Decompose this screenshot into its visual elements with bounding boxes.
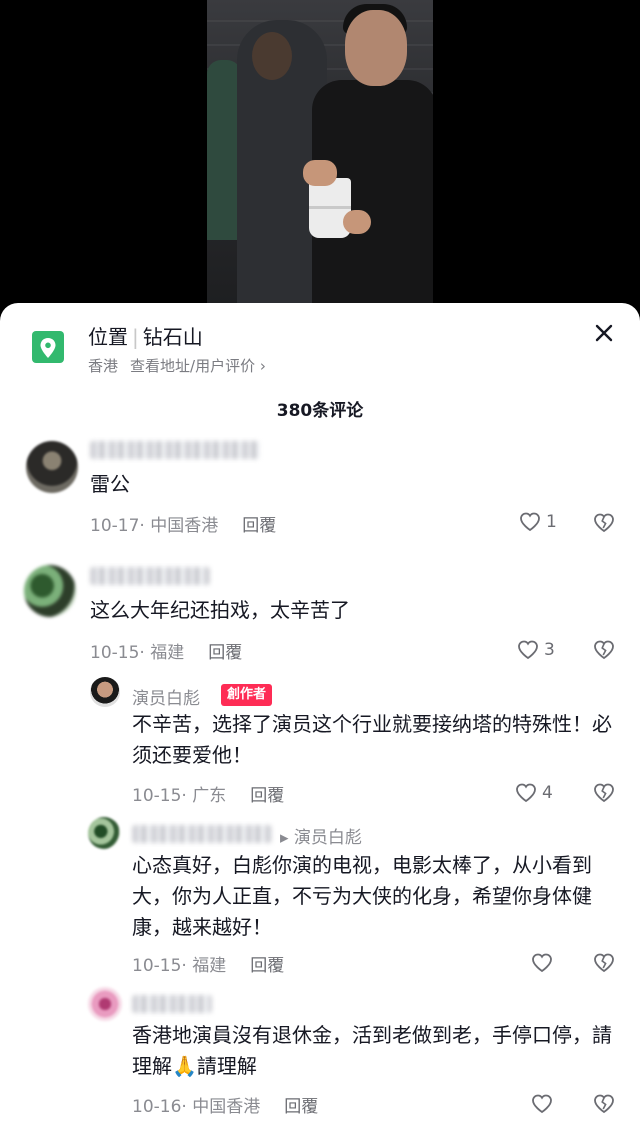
broken-heart-icon[interactable] bbox=[592, 511, 616, 535]
creator-name[interactable]: 演员白彪 bbox=[132, 684, 200, 709]
reply-button[interactable]: 回覆 bbox=[284, 1097, 318, 1117]
heart-outline-icon bbox=[516, 783, 536, 803]
reply-button[interactable]: 回覆 bbox=[242, 516, 276, 536]
location-region: 香港 bbox=[88, 357, 119, 375]
like-button[interactable]: 1 bbox=[518, 510, 578, 534]
avatar[interactable] bbox=[26, 441, 78, 493]
like-count: 1 bbox=[546, 512, 557, 532]
like-button[interactable] bbox=[530, 951, 590, 975]
comments-count: 380条评论 bbox=[276, 401, 364, 421]
reply-button[interactable]: 回覆 bbox=[250, 956, 284, 976]
reply-to-name[interactable]: ▸ 演员白彪 bbox=[280, 823, 362, 848]
comment-text: 这么大年纪还拍戏，太辛苦了 bbox=[90, 598, 350, 622]
broken-heart-icon[interactable] bbox=[592, 781, 616, 805]
location-place: 钻石山 bbox=[142, 325, 203, 349]
broken-heart-icon[interactable] bbox=[592, 951, 616, 975]
username-blurred[interactable] bbox=[132, 995, 212, 1013]
username-blurred[interactable] bbox=[90, 441, 260, 459]
comment-date: 10-15 bbox=[90, 643, 140, 663]
comment-date: 10-16 bbox=[132, 1097, 182, 1117]
location-pin-icon[interactable] bbox=[32, 331, 64, 363]
comment-meta: 10-15· 广东 回覆 bbox=[132, 786, 285, 806]
avatar[interactable] bbox=[88, 987, 122, 1021]
location-subtitle[interactable]: 香港 查看地址/用户评价 › bbox=[88, 355, 266, 376]
comment-meta: 10-16· 中国香港 回覆 bbox=[132, 1097, 319, 1117]
comment-area: 中国香港 bbox=[150, 516, 219, 536]
broken-heart-icon[interactable] bbox=[592, 638, 616, 662]
comment-text: 雷公 bbox=[90, 472, 130, 496]
username-blurred[interactable] bbox=[90, 567, 210, 585]
video-player[interactable] bbox=[0, 0, 640, 320]
like-button[interactable]: 3 bbox=[516, 638, 576, 662]
comment-area: 福建 bbox=[150, 643, 185, 663]
comment-meta: 10-15· 福建 回覆 bbox=[90, 643, 243, 663]
comment-area: 福建 bbox=[192, 956, 227, 976]
creator-badge: 創作者 bbox=[221, 684, 273, 706]
comment-area: 广东 bbox=[192, 786, 227, 806]
avatar[interactable] bbox=[24, 565, 76, 617]
username-blurred[interactable] bbox=[132, 825, 272, 843]
reply-text: 心态真好，白彪你演的电视，电影太棒了，从小看到大，你为人正直，不亏为大侠的化身，… bbox=[132, 853, 592, 939]
comment-meta: 10-15· 福建 回覆 bbox=[132, 956, 285, 976]
location-detail-link[interactable]: 查看地址/用户评价 › bbox=[130, 357, 266, 375]
like-count: 3 bbox=[544, 640, 555, 660]
comment-date: 10-15 bbox=[132, 956, 182, 976]
avatar[interactable] bbox=[88, 817, 120, 849]
reply-text: 香港地演員沒有退休金，活到老做到老，手停口停，請理解🙏請理解 bbox=[132, 1023, 612, 1078]
location-title[interactable]: 位置 | 钻石山 bbox=[88, 321, 203, 350]
heart-outline-icon bbox=[532, 953, 552, 973]
reply-button[interactable]: 回覆 bbox=[208, 643, 242, 663]
heart-outline-icon bbox=[520, 512, 540, 532]
broken-heart-icon[interactable] bbox=[592, 1092, 616, 1116]
video-frame bbox=[207, 0, 433, 320]
comment-area: 中国香港 bbox=[192, 1097, 261, 1117]
heart-outline-icon bbox=[518, 640, 538, 660]
close-icon[interactable] bbox=[592, 321, 616, 345]
location-label: 位置 bbox=[88, 325, 128, 349]
like-button[interactable]: 4 bbox=[514, 781, 574, 805]
comment-date: 10-17 bbox=[90, 516, 140, 536]
heart-outline-icon bbox=[532, 1094, 552, 1114]
location-separator: | bbox=[132, 325, 139, 349]
creator-avatar[interactable] bbox=[90, 677, 120, 707]
like-button[interactable] bbox=[530, 1092, 590, 1116]
comment-meta: 10-17· 中国香港 回覆 bbox=[90, 516, 277, 536]
like-count: 4 bbox=[542, 783, 553, 803]
comments-sheet: 位置 | 钻石山 香港 查看地址/用户评价 › 380条评论 雷公 10-17· 中国… bbox=[0, 303, 640, 1129]
comment-date: 10-15 bbox=[132, 786, 182, 806]
reply-button[interactable]: 回覆 bbox=[250, 786, 284, 806]
reply-text: 不辛苦，选择了演员这个行业就要接纳塔的特殊性！必须还要爱他！ bbox=[132, 712, 612, 767]
